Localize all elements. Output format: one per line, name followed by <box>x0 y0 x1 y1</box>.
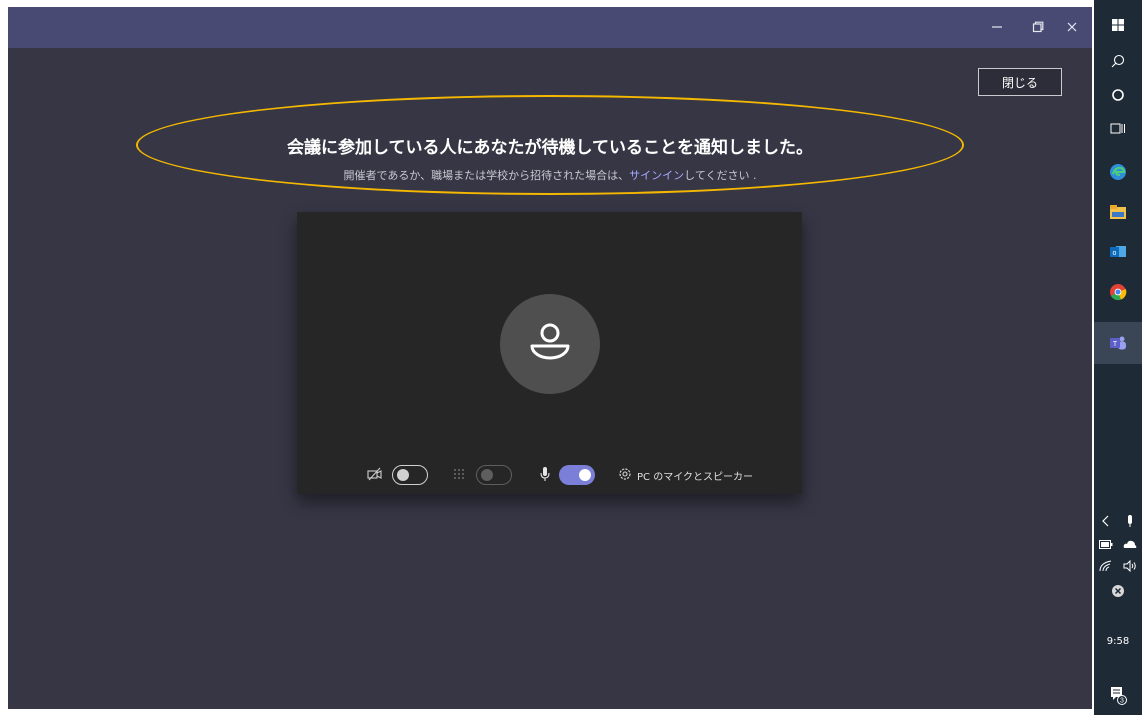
blur-icon <box>451 465 469 483</box>
lobby-notice-subtext: 開催者であるか、職場または学校から招待された場合は、サインインしてください . <box>136 167 964 183</box>
device-settings-label[interactable]: PC のマイクとスピーカー <box>637 468 753 483</box>
action-center-icon[interactable]: 3 <box>1094 683 1142 707</box>
file-explorer-icon[interactable] <box>1094 200 1142 224</box>
teams-icon[interactable]: T <box>1094 322 1142 364</box>
microphone-icon[interactable] <box>1118 512 1142 530</box>
onedrive-icon[interactable] <box>1118 535 1142 553</box>
avatar <box>500 294 600 394</box>
cortana-icon[interactable] <box>1094 85 1142 105</box>
person-icon <box>530 323 570 360</box>
notification-count: 3 <box>1120 698 1124 705</box>
microphone-toggle[interactable] <box>559 465 595 485</box>
chrome-icon[interactable] <box>1094 280 1142 304</box>
volume-icon[interactable] <box>1118 557 1142 575</box>
chevron-left-icon[interactable] <box>1094 512 1118 530</box>
camera-off-icon <box>366 465 384 483</box>
title-bar <box>8 7 1092 48</box>
close-button[interactable]: 閉じる <box>978 68 1062 96</box>
windows-taskbar: o T 9:58 3 <box>1094 0 1142 715</box>
maximize-icon[interactable] <box>1025 14 1051 40</box>
search-icon[interactable] <box>1094 51 1142 71</box>
minimize-icon[interactable] <box>984 14 1010 40</box>
windows-start-icon[interactable] <box>1094 15 1142 35</box>
edge-icon[interactable] <box>1094 160 1142 184</box>
gear-icon[interactable] <box>617 466 633 482</box>
subtext-suffix: してください . <box>684 169 757 182</box>
wifi-icon[interactable] <box>1094 557 1118 575</box>
task-view-icon[interactable] <box>1094 119 1142 139</box>
taskbar-clock[interactable]: 9:58 <box>1094 636 1142 647</box>
svg-text:o: o <box>1113 250 1117 257</box>
teams-window: 閉じる 会議に参加している人にあなたが待機していることを通知しました。 開催者で… <box>8 7 1092 709</box>
lobby-notice-headline: 会議に参加している人にあなたが待機していることを通知しました。 <box>287 138 813 158</box>
sign-in-link[interactable]: サインイン <box>629 169 684 182</box>
blur-toggle <box>476 465 512 485</box>
microphone-icon <box>538 465 552 483</box>
camera-toggle[interactable] <box>392 465 428 485</box>
outlook-icon[interactable]: o <box>1094 240 1142 264</box>
close-button-label: 閉じる <box>1001 75 1038 90</box>
notification-off-icon[interactable] <box>1094 581 1142 601</box>
close-icon[interactable] <box>1059 14 1085 40</box>
svg-text:T: T <box>1113 341 1118 348</box>
battery-icon <box>1094 535 1118 553</box>
video-preview: PC のマイクとスピーカー <box>297 212 802 494</box>
subtext-prefix: 開催者であるか、職場または学校から招待された場合は、 <box>343 169 630 182</box>
